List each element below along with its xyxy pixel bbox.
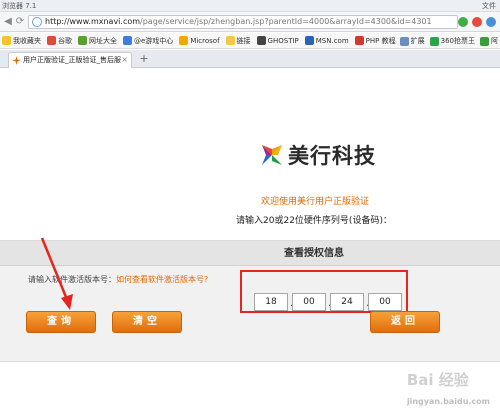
annotation-arrow-icon	[40, 237, 73, 310]
baidu-watermark: Bai 经验 jingyan.baidu.com	[406, 371, 490, 406]
